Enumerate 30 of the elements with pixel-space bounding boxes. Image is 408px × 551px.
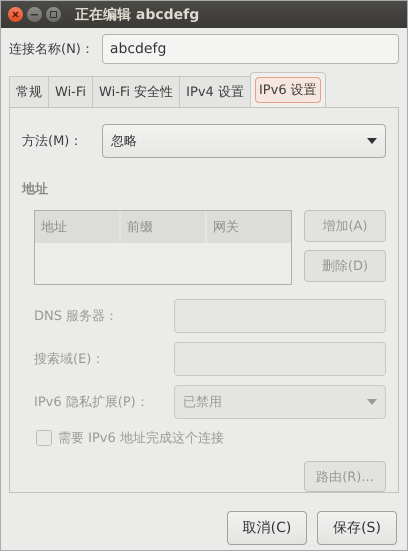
minimize-button[interactable] bbox=[27, 7, 42, 22]
tab[interactable]: IPv6 设置 bbox=[250, 72, 326, 107]
close-icon bbox=[12, 11, 19, 18]
dialog-button[interactable]: 取消(C) bbox=[227, 511, 307, 545]
tab[interactable]: 常规 bbox=[9, 76, 48, 107]
minimize-icon bbox=[31, 14, 38, 16]
name-field[interactable]: abcdefg bbox=[102, 34, 399, 64]
dialog-button[interactable]: 保存(S) bbox=[317, 511, 397, 545]
field-label: 方法(M)： bbox=[22, 133, 84, 150]
column-header: 前缀 bbox=[121, 211, 205, 243]
tab[interactable]: Wi-Fi 安全性 bbox=[92, 76, 180, 107]
caret-icon bbox=[367, 399, 377, 405]
field-label: 连接名称(N)： bbox=[9, 41, 94, 58]
input-field[interactable] bbox=[174, 342, 386, 376]
checkbox-label: 需要 IPv6 地址完成这个连接 bbox=[58, 430, 224, 447]
caret-icon bbox=[367, 138, 377, 144]
method-dropdown[interactable]: 忽略 bbox=[102, 124, 386, 158]
input-field[interactable] bbox=[174, 299, 386, 333]
section-heading: 地址 bbox=[22, 181, 49, 198]
column-header: 网关 bbox=[207, 211, 291, 243]
tab[interactable]: IPv4 设置 bbox=[179, 76, 250, 107]
maximize-icon bbox=[50, 11, 57, 18]
window-title: 正在编辑 abcdefg bbox=[75, 6, 200, 24]
field-label: DNS 服务器： bbox=[34, 308, 120, 325]
field-label: 搜索域(E)： bbox=[34, 351, 106, 368]
column-header: 地址 bbox=[35, 211, 119, 243]
tab[interactable]: Wi-Fi bbox=[48, 76, 92, 107]
maximize-button[interactable] bbox=[46, 7, 61, 22]
field-label: IPv6 隐私扩展(P)： bbox=[34, 394, 150, 411]
close-button[interactable] bbox=[8, 7, 23, 22]
